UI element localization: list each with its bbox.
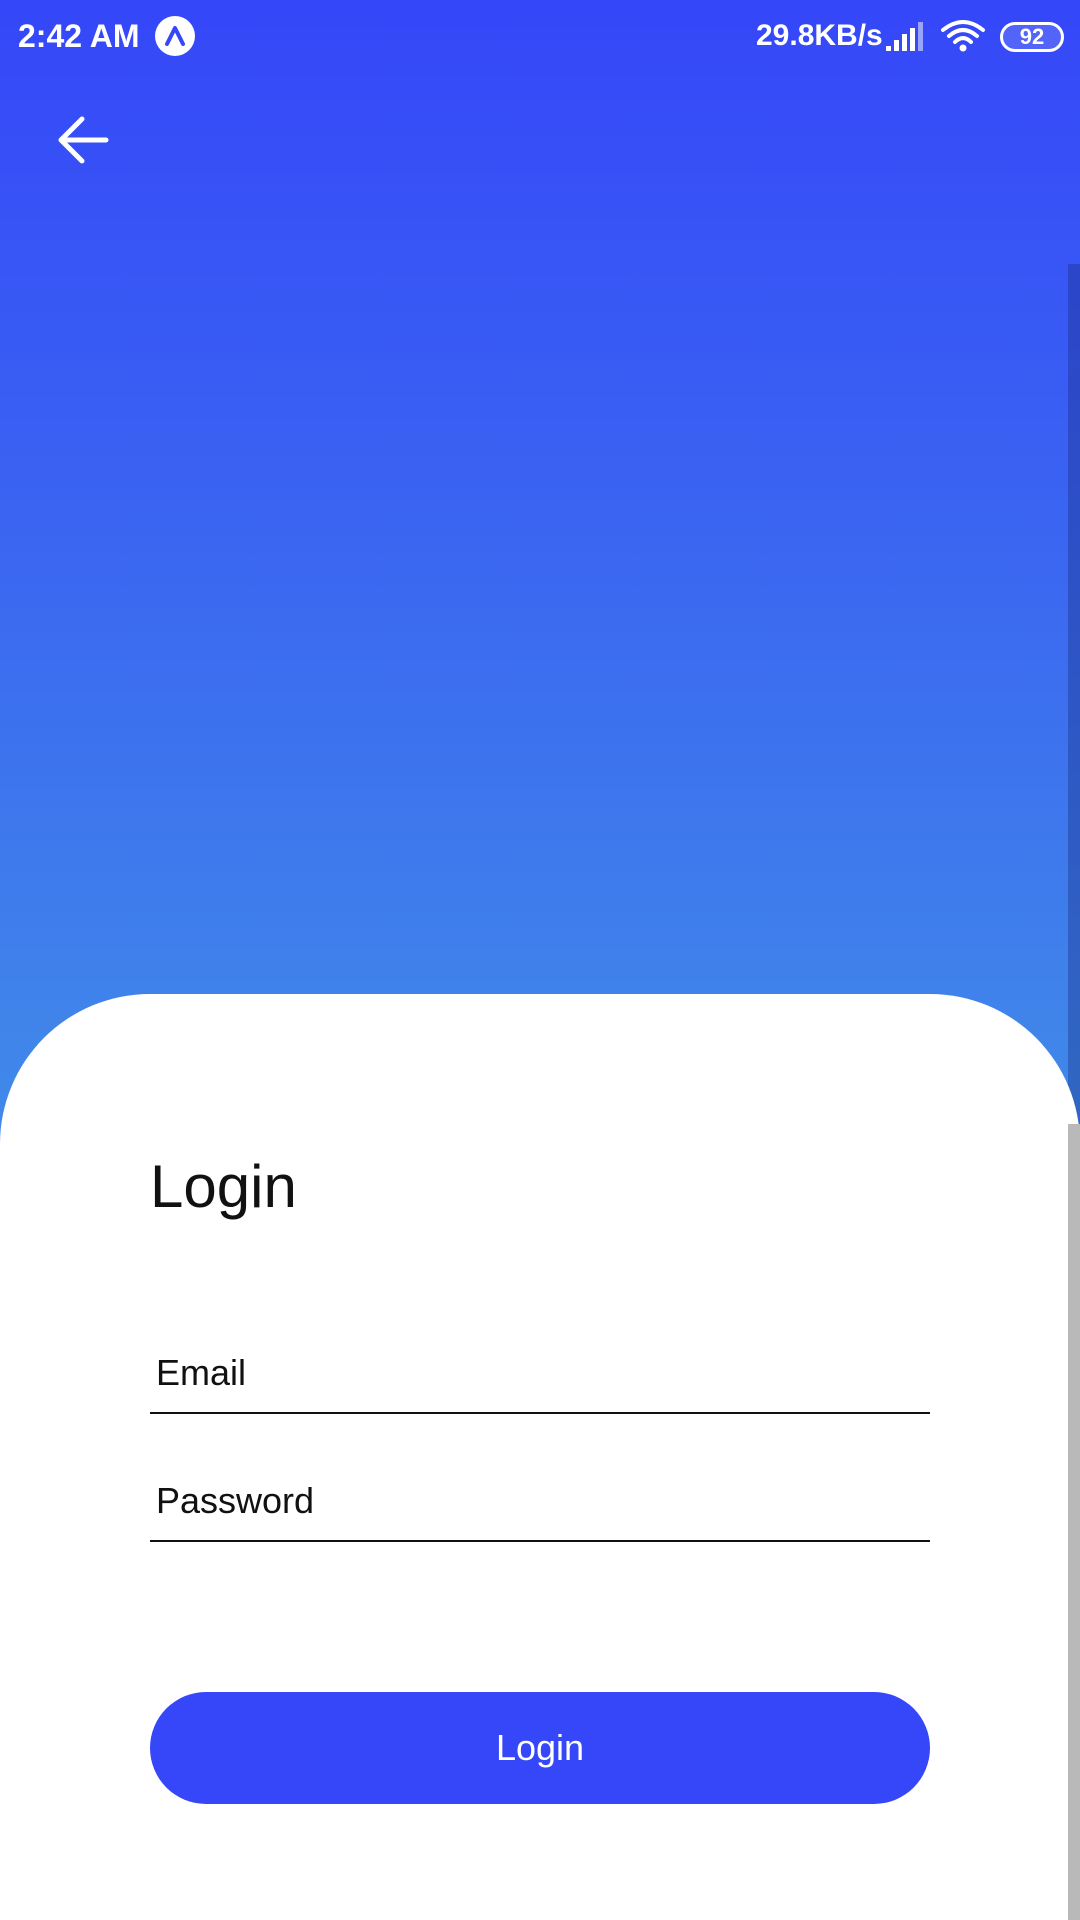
scrollbar[interactable] xyxy=(1068,1124,1080,1920)
email-field-container xyxy=(150,1342,930,1414)
login-screen: 2:42 AM 29.8KB/s 92 Login Email Login xyxy=(0,0,1080,1920)
network-speed: 29.8KB/s xyxy=(756,19,883,52)
wifi-icon xyxy=(940,18,986,59)
page-title: Login xyxy=(150,1153,297,1220)
scrollbar-track-upper xyxy=(1068,264,1080,1124)
login-button[interactable]: Login xyxy=(150,1692,930,1804)
status-bar: 2:42 AM 29.8KB/s 92 xyxy=(0,0,1080,72)
email-input[interactable] xyxy=(156,1352,916,1394)
status-time: 2:42 AM xyxy=(18,18,140,54)
password-input[interactable] xyxy=(156,1480,916,1522)
password-field-container xyxy=(150,1470,930,1542)
expo-icon xyxy=(155,16,195,56)
arrow-left-icon xyxy=(58,116,109,164)
back-button[interactable] xyxy=(50,105,120,175)
signal-icon xyxy=(884,20,926,57)
battery-icon: 92 xyxy=(1000,22,1064,52)
